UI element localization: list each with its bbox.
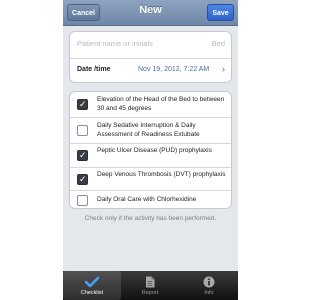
tab-info[interactable]: Info — [180, 271, 238, 300]
checkbox[interactable]: ✓ — [77, 99, 88, 110]
datetime-row[interactable]: Date /time Nov 19, 2012, 7:22 AM › — [70, 58, 231, 82]
checkmark-icon: ✓ — [79, 99, 87, 109]
checklist-item-label: Deep Venous Thrombosis (DVT) prophylaxis — [97, 171, 226, 178]
patient-row — [70, 32, 231, 59]
checklist-group: ✓ Elevation of the Head of the Bed to be… — [69, 91, 232, 209]
patient-info-group: Date /time Nov 19, 2012, 7:22 AM › — [69, 31, 232, 83]
checkmark-icon — [63, 275, 121, 288]
datetime-label: Date /time — [77, 66, 111, 73]
checkbox[interactable] — [77, 195, 88, 206]
tab-label: Report — [141, 290, 159, 296]
tab-bar: Checklist Report Info — [63, 271, 238, 300]
phone-screen: Cancel New Save Date /time Nov 19, 2012,… — [63, 0, 238, 300]
checklist-item[interactable]: ✓ Peptic Ulcer Disease (PUD) prophylaxis — [70, 144, 231, 168]
checkbox[interactable]: ✓ — [77, 150, 88, 161]
checklist-item-label: Elevation of the Head of the Bed to betw… — [97, 96, 225, 112]
checklist-item-label: Daily Oral Care with Chlorhexidine — [97, 196, 197, 203]
info-icon — [180, 275, 238, 288]
checklist-item[interactable]: ✓ Deep Venous Thrombosis (DVT) prophylax… — [70, 168, 231, 191]
checkmark-icon: ✓ — [79, 174, 87, 184]
checkbox[interactable]: ✓ — [77, 174, 88, 185]
patient-name-input[interactable] — [77, 39, 187, 48]
checklist-footnote: Check only if the activity has been perf… — [84, 215, 217, 222]
checklist-item-label: Peptic Ulcer Disease (PUD) prophylaxis — [97, 147, 212, 154]
tab-checklist[interactable]: Checklist — [63, 271, 121, 300]
navigation-bar: Cancel New Save — [63, 0, 238, 26]
save-button[interactable]: Save — [207, 4, 234, 21]
tab-label: Checklist — [80, 290, 104, 296]
datetime-value: Nov 19, 2012, 7:22 AM — [138, 66, 210, 73]
checkmark-icon: ✓ — [79, 150, 87, 160]
bed-input[interactable] — [195, 39, 225, 48]
tab-report[interactable]: Report — [121, 271, 179, 300]
document-icon — [121, 275, 179, 288]
checklist-item[interactable]: ✓ Elevation of the Head of the Bed to be… — [70, 92, 231, 118]
checklist-item-label: Daily Sedative Interruption & Daily Asse… — [97, 122, 200, 138]
tab-label: Info — [204, 290, 214, 296]
checklist-item[interactable]: Daily Sedative Interruption & Daily Asse… — [70, 118, 231, 144]
chevron-right-icon: › — [222, 64, 225, 74]
checklist-item[interactable]: Daily Oral Care with Chlorhexidine — [70, 191, 231, 208]
checkbox[interactable] — [77, 125, 88, 136]
